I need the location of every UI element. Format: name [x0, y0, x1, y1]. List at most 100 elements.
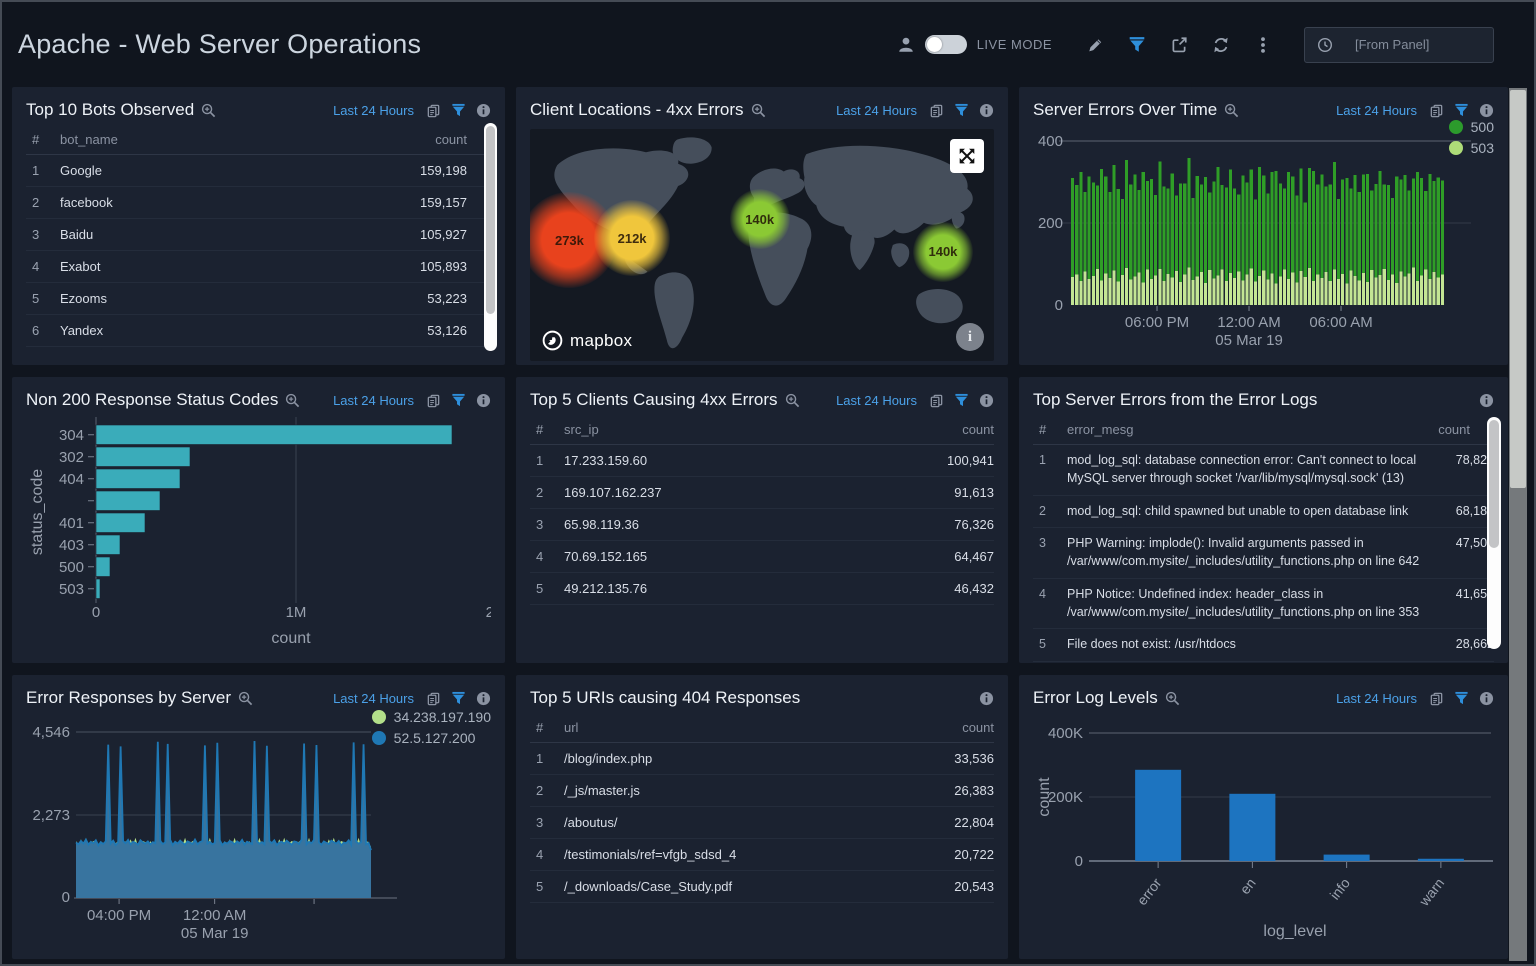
info-icon[interactable]	[1479, 393, 1494, 408]
edit-icon[interactable]	[1086, 36, 1104, 54]
zoom-in-icon[interactable]	[201, 103, 216, 118]
filter-icon[interactable]	[954, 103, 969, 118]
page-scrollbar[interactable]	[1509, 88, 1527, 961]
map-bubble[interactable]: 140k	[913, 222, 973, 282]
copy-icon[interactable]	[426, 691, 441, 706]
svg-text:0: 0	[1055, 297, 1063, 314]
toggle-knob	[927, 37, 942, 52]
filter-icon[interactable]	[1454, 691, 1469, 706]
table-row: 5Ezooms53,223	[26, 283, 491, 315]
svg-text:06:00 PM: 06:00 PM	[1125, 314, 1189, 331]
table-header: #urlcount	[530, 713, 994, 743]
legend-label: 500	[1471, 119, 1494, 135]
error-responses-chart: 4,5462,273004:00 PM12:00 AM05 Mar 19	[26, 711, 491, 949]
table-row: 1mod_log_sql: database connection error:…	[1033, 445, 1494, 496]
svg-text:12:00 AM: 12:00 AM	[183, 907, 246, 924]
svg-text:status_code: status_code	[29, 469, 46, 555]
expand-map-button[interactable]	[950, 139, 984, 173]
filter-icon[interactable]	[1128, 36, 1146, 54]
svg-text:0: 0	[1075, 853, 1083, 870]
table-row: 2169.107.162.23791,613	[530, 477, 994, 509]
time-range-link[interactable]: Last 24 Hours	[1336, 691, 1417, 706]
table-row: 2/_js/master.js26,383	[530, 775, 994, 807]
share-icon[interactable]	[1170, 36, 1188, 54]
world-map[interactable]: 273k212k140k140k mapbox i	[530, 129, 994, 361]
info-icon[interactable]	[1479, 103, 1494, 118]
info-icon[interactable]	[476, 103, 491, 118]
scrollbar-thumb[interactable]	[1489, 420, 1499, 548]
map-bubble[interactable]: 212k	[594, 200, 670, 276]
time-range-link[interactable]: Last 24 Hours	[1336, 103, 1417, 118]
page-title: Apache - Web Server Operations	[18, 29, 421, 60]
live-mode-toggle[interactable]	[925, 35, 967, 54]
info-icon[interactable]	[476, 691, 491, 706]
chart-legend: 500503	[1449, 119, 1494, 156]
info-icon[interactable]	[1479, 691, 1494, 706]
svg-text:503: 503	[59, 581, 84, 598]
info-icon[interactable]	[979, 393, 994, 408]
time-range-value: [From Panel]	[1355, 37, 1429, 52]
copy-icon[interactable]	[426, 103, 441, 118]
svg-text:1M: 1M	[286, 604, 307, 621]
table-row: 1/blog/index.php33,536	[530, 743, 994, 775]
svg-text:0: 0	[92, 604, 100, 621]
zoom-in-icon[interactable]	[1224, 103, 1239, 118]
filter-icon[interactable]	[451, 103, 466, 118]
zoom-in-icon[interactable]	[785, 393, 800, 408]
mapbox-attribution[interactable]: mapbox	[542, 330, 632, 351]
bots-table: #bot_namecount1Google159,1982facebook159…	[26, 125, 491, 347]
time-range-link[interactable]: Last 24 Hours	[836, 103, 917, 118]
filter-icon[interactable]	[1454, 103, 1469, 118]
panel-server-errors: Server Errors Over Time Last 24 Hours 40…	[1019, 87, 1508, 365]
table-row: 4/testimonials/ref=vfgb_sdsd_420,722	[530, 839, 994, 871]
page-scrollbar-thumb[interactable]	[1510, 90, 1526, 488]
copy-icon[interactable]	[1429, 103, 1444, 118]
expand-icon	[954, 143, 980, 169]
time-range-link[interactable]: Last 24 Hours	[333, 103, 414, 118]
dashboard-grid: Top 10 Bots Observed Last 24 Hours #bot_…	[12, 87, 1508, 959]
panel-scrollbar[interactable]	[484, 123, 497, 351]
table-header: #bot_namecount	[26, 125, 491, 155]
table-row: 365.98.119.3676,326	[530, 509, 994, 541]
time-range-link[interactable]: Last 24 Hours	[836, 393, 917, 408]
copy-icon[interactable]	[929, 393, 944, 408]
info-icon[interactable]	[476, 393, 491, 408]
info-icon[interactable]	[979, 103, 994, 118]
map-info-button[interactable]: i	[956, 323, 984, 351]
panel-title: Error Responses by Server	[26, 688, 231, 708]
svg-text:04:00 PM: 04:00 PM	[87, 907, 151, 924]
copy-icon[interactable]	[1429, 691, 1444, 706]
time-range-selector[interactable]: [From Panel]	[1304, 27, 1494, 63]
user-icon	[897, 36, 915, 54]
zoom-in-icon[interactable]	[285, 393, 300, 408]
filter-icon[interactable]	[451, 393, 466, 408]
zoom-in-icon[interactable]	[238, 691, 253, 706]
legend-label: 503	[1471, 140, 1494, 156]
info-icon[interactable]	[979, 691, 994, 706]
refresh-icon[interactable]	[1212, 36, 1230, 54]
svg-text:200: 200	[1038, 215, 1063, 232]
scrollbar-thumb[interactable]	[486, 126, 495, 314]
panel-error-log-levels: Error Log Levels Last 24 Hours 400K200K0…	[1019, 675, 1508, 959]
copy-icon[interactable]	[929, 103, 944, 118]
zoom-in-icon[interactable]	[1165, 691, 1180, 706]
more-menu-icon[interactable]	[1254, 36, 1272, 54]
map-bubble[interactable]: 140k	[730, 189, 790, 249]
legend-dot-icon	[372, 731, 386, 745]
table-row: 5File does not exist: /usr/htdocs28,662	[1033, 629, 1494, 662]
uris-table: #urlcount1/blog/index.php33,5362/_js/mas…	[530, 713, 994, 903]
panel-header: Top 5 URIs causing 404 Responses	[530, 685, 994, 711]
svg-text:302: 302	[59, 449, 84, 466]
panel-header: Error Log Levels Last 24 Hours	[1033, 685, 1494, 711]
svg-text:304: 304	[59, 427, 84, 444]
filter-icon[interactable]	[451, 691, 466, 706]
server-errors-chart: 400200006:00 PM12:00 AM06:00 AM05 Mar 19	[1033, 123, 1498, 353]
panel-scrollbar[interactable]	[1487, 417, 1501, 649]
copy-icon[interactable]	[426, 393, 441, 408]
filter-icon[interactable]	[954, 393, 969, 408]
panel-title: Server Errors Over Time	[1033, 100, 1217, 120]
zoom-in-icon[interactable]	[751, 103, 766, 118]
legend-entry: 52.5.127.200	[372, 730, 491, 746]
time-range-link[interactable]: Last 24 Hours	[333, 691, 414, 706]
time-range-link[interactable]: Last 24 Hours	[333, 393, 414, 408]
